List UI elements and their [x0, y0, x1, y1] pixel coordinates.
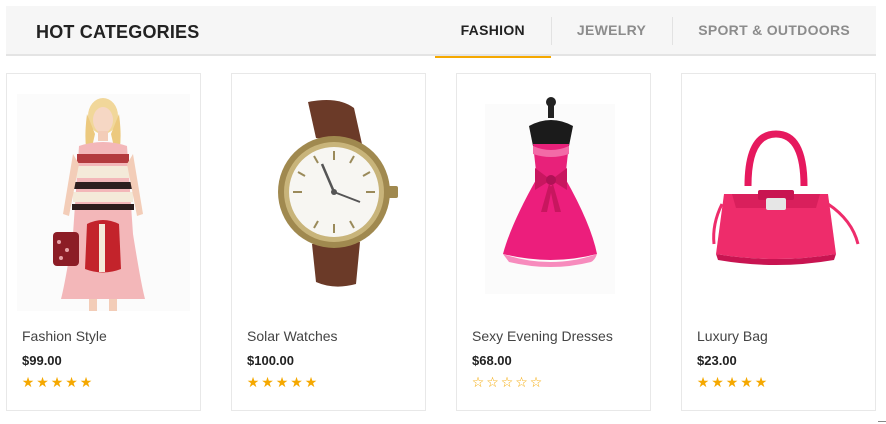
star-filled-icon: ★ — [50, 374, 64, 390]
product-card[interactable]: Fashion Style $99.00 ★★★★★ — [6, 73, 201, 411]
product-price: $100.00 — [247, 353, 294, 368]
star-empty-icon: ☆ — [471, 374, 485, 390]
rating-stars: ☆☆☆☆☆ — [471, 374, 544, 390]
star-empty-icon: ☆ — [486, 374, 500, 390]
section-header: HOT CATEGORIES FASHION JEWELRY SPORT & O… — [6, 6, 876, 58]
star-filled-icon: ★ — [79, 374, 93, 390]
rating-stars: ★★★★★ — [696, 374, 769, 390]
product-image-wristwatch[interactable] — [242, 94, 415, 311]
star-filled-icon: ★ — [696, 374, 710, 390]
product-name[interactable]: Solar Watches — [247, 328, 338, 344]
star-filled-icon: ★ — [290, 374, 304, 390]
product-name[interactable]: Sexy Evening Dresses — [472, 328, 613, 344]
tab-sport-outdoors[interactable]: SPORT & OUTDOORS — [672, 6, 876, 56]
product-image-dress-model[interactable] — [17, 94, 190, 311]
star-filled-icon: ★ — [65, 374, 79, 390]
scroll-indicator — [878, 421, 886, 422]
star-empty-icon: ☆ — [500, 374, 514, 390]
category-tabs: FASHION JEWELRY SPORT & OUTDOORS — [434, 6, 876, 58]
product-name[interactable]: Luxury Bag — [697, 328, 768, 344]
star-empty-icon: ☆ — [529, 374, 543, 390]
star-filled-icon: ★ — [21, 374, 35, 390]
star-filled-icon: ★ — [36, 374, 50, 390]
tab-fashion[interactable]: FASHION — [434, 6, 552, 58]
product-price: $68.00 — [472, 353, 512, 368]
product-name[interactable]: Fashion Style — [22, 328, 107, 344]
product-image-pink-handbag[interactable] — [692, 94, 865, 311]
star-filled-icon: ★ — [275, 374, 289, 390]
rating-stars: ★★★★★ — [21, 374, 94, 390]
section-title: HOT CATEGORIES — [36, 22, 200, 42]
product-card[interactable]: Solar Watches $100.00 ★★★★★ — [231, 73, 426, 411]
product-price: $99.00 — [22, 353, 62, 368]
star-filled-icon: ★ — [304, 374, 318, 390]
product-card[interactable]: Luxury Bag $23.00 ★★★★★ — [681, 73, 876, 411]
product-card[interactable]: Sexy Evening Dresses $68.00 ☆☆☆☆☆ — [456, 73, 651, 411]
product-price: $23.00 — [697, 353, 737, 368]
star-filled-icon: ★ — [711, 374, 725, 390]
star-filled-icon: ★ — [246, 374, 260, 390]
product-image-pink-dress[interactable] — [467, 94, 640, 311]
star-filled-icon: ★ — [725, 374, 739, 390]
star-filled-icon: ★ — [754, 374, 768, 390]
rating-stars: ★★★★★ — [246, 374, 319, 390]
star-filled-icon: ★ — [740, 374, 754, 390]
star-empty-icon: ☆ — [515, 374, 529, 390]
star-filled-icon: ★ — [261, 374, 275, 390]
tab-jewelry[interactable]: JEWELRY — [550, 6, 672, 56]
